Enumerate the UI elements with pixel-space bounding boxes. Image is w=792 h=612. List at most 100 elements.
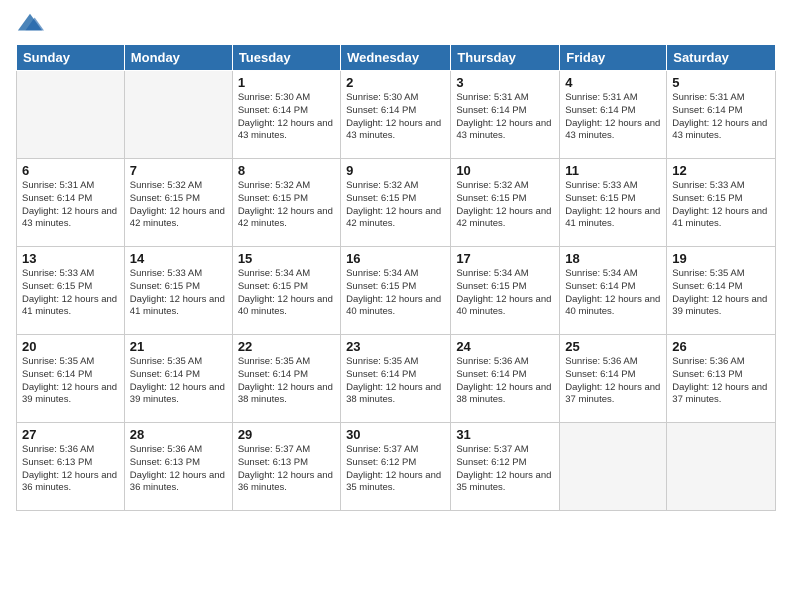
cell-info: Sunrise: 5:35 AM Sunset: 6:14 PM Dayligh… xyxy=(672,268,770,319)
cell-info: Sunrise: 5:31 AM Sunset: 6:14 PM Dayligh… xyxy=(565,92,661,143)
day-number: 26 xyxy=(672,339,770,354)
calendar-cell: 27 Sunrise: 5:36 AM Sunset: 6:13 PM Dayli… xyxy=(17,423,125,511)
day-number: 25 xyxy=(565,339,661,354)
calendar-cell: 16 Sunrise: 5:34 AM Sunset: 6:15 PM Dayli… xyxy=(341,247,451,335)
day-number: 12 xyxy=(672,163,770,178)
calendar-cell: 30 Sunrise: 5:37 AM Sunset: 6:12 PM Dayli… xyxy=(341,423,451,511)
day-number: 17 xyxy=(456,251,554,266)
cell-info: Sunrise: 5:31 AM Sunset: 6:14 PM Dayligh… xyxy=(22,180,119,231)
day-number: 22 xyxy=(238,339,335,354)
calendar-cell xyxy=(17,71,125,159)
cell-info: Sunrise: 5:34 AM Sunset: 6:14 PM Dayligh… xyxy=(565,268,661,319)
day-number: 24 xyxy=(456,339,554,354)
cell-info: Sunrise: 5:32 AM Sunset: 6:15 PM Dayligh… xyxy=(238,180,335,231)
calendar-cell: 13 Sunrise: 5:33 AM Sunset: 6:15 PM Dayli… xyxy=(17,247,125,335)
day-number: 4 xyxy=(565,75,661,90)
calendar-cell: 29 Sunrise: 5:37 AM Sunset: 6:13 PM Dayli… xyxy=(232,423,340,511)
calendar-cell: 9 Sunrise: 5:32 AM Sunset: 6:15 PM Daylig… xyxy=(341,159,451,247)
calendar-cell: 2Sunrise: 5:30 AM Sunset: 6:14 PM Daylig… xyxy=(341,71,451,159)
calendar-cell: 7 Sunrise: 5:32 AM Sunset: 6:15 PM Daylig… xyxy=(124,159,232,247)
calendar-cell: 6 Sunrise: 5:31 AM Sunset: 6:14 PM Daylig… xyxy=(17,159,125,247)
calendar-cell: 12 Sunrise: 5:33 AM Sunset: 6:15 PM Dayli… xyxy=(667,159,776,247)
calendar-cell: 3Sunrise: 5:31 AM Sunset: 6:14 PM Daylig… xyxy=(451,71,560,159)
day-number: 14 xyxy=(130,251,227,266)
day-header-wednesday: Wednesday xyxy=(341,45,451,71)
calendar-cell: 23 Sunrise: 5:35 AM Sunset: 6:14 PM Dayli… xyxy=(341,335,451,423)
cell-info: Sunrise: 5:33 AM Sunset: 6:15 PM Dayligh… xyxy=(22,268,119,319)
day-number: 15 xyxy=(238,251,335,266)
cell-info: Sunrise: 5:34 AM Sunset: 6:15 PM Dayligh… xyxy=(346,268,445,319)
day-number: 13 xyxy=(22,251,119,266)
cell-info: Sunrise: 5:37 AM Sunset: 6:13 PM Dayligh… xyxy=(238,444,335,495)
day-number: 8 xyxy=(238,163,335,178)
day-number: 20 xyxy=(22,339,119,354)
calendar-cell: 19Sunrise: 5:35 AM Sunset: 6:14 PM Dayli… xyxy=(667,247,776,335)
calendar-table: SundayMondayTuesdayWednesdayThursdayFrid… xyxy=(16,44,776,511)
day-header-friday: Friday xyxy=(560,45,667,71)
day-header-tuesday: Tuesday xyxy=(232,45,340,71)
calendar-cell: 28Sunrise: 5:36 AM Sunset: 6:13 PM Dayli… xyxy=(124,423,232,511)
calendar-week-row: 6 Sunrise: 5:31 AM Sunset: 6:14 PM Daylig… xyxy=(17,159,776,247)
calendar-cell: 17 Sunrise: 5:34 AM Sunset: 6:15 PM Dayli… xyxy=(451,247,560,335)
cell-info: Sunrise: 5:35 AM Sunset: 6:14 PM Dayligh… xyxy=(22,356,119,407)
calendar-week-row: 13 Sunrise: 5:33 AM Sunset: 6:15 PM Dayli… xyxy=(17,247,776,335)
cell-info: Sunrise: 5:37 AM Sunset: 6:12 PM Dayligh… xyxy=(456,444,554,495)
day-number: 5 xyxy=(672,75,770,90)
day-number: 11 xyxy=(565,163,661,178)
page-header xyxy=(16,10,776,38)
day-number: 9 xyxy=(346,163,445,178)
calendar-cell: 24 Sunrise: 5:36 AM Sunset: 6:14 PM Dayli… xyxy=(451,335,560,423)
calendar-cell: 15 Sunrise: 5:34 AM Sunset: 6:15 PM Dayli… xyxy=(232,247,340,335)
day-number: 27 xyxy=(22,427,119,442)
cell-info: Sunrise: 5:35 AM Sunset: 6:14 PM Dayligh… xyxy=(238,356,335,407)
logo xyxy=(16,10,48,38)
cell-info: Sunrise: 5:32 AM Sunset: 6:15 PM Dayligh… xyxy=(346,180,445,231)
calendar-cell: 4 Sunrise: 5:31 AM Sunset: 6:14 PM Daylig… xyxy=(560,71,667,159)
calendar-cell: 11Sunrise: 5:33 AM Sunset: 6:15 PM Dayli… xyxy=(560,159,667,247)
calendar-header-row: SundayMondayTuesdayWednesdayThursdayFrid… xyxy=(17,45,776,71)
calendar-cell xyxy=(667,423,776,511)
calendar-cell: 10Sunrise: 5:32 AM Sunset: 6:15 PM Dayli… xyxy=(451,159,560,247)
day-number: 23 xyxy=(346,339,445,354)
cell-info: Sunrise: 5:33 AM Sunset: 6:15 PM Dayligh… xyxy=(672,180,770,231)
calendar-cell xyxy=(124,71,232,159)
day-number: 10 xyxy=(456,163,554,178)
calendar-cell: 22 Sunrise: 5:35 AM Sunset: 6:14 PM Dayli… xyxy=(232,335,340,423)
day-number: 7 xyxy=(130,163,227,178)
day-number: 6 xyxy=(22,163,119,178)
calendar-week-row: 20 Sunrise: 5:35 AM Sunset: 6:14 PM Dayli… xyxy=(17,335,776,423)
calendar-cell: 5Sunrise: 5:31 AM Sunset: 6:14 PM Daylig… xyxy=(667,71,776,159)
calendar-week-row: 27 Sunrise: 5:36 AM Sunset: 6:13 PM Dayli… xyxy=(17,423,776,511)
day-number: 3 xyxy=(456,75,554,90)
day-header-monday: Monday xyxy=(124,45,232,71)
calendar-cell: 21Sunrise: 5:35 AM Sunset: 6:14 PM Dayli… xyxy=(124,335,232,423)
cell-info: Sunrise: 5:35 AM Sunset: 6:14 PM Dayligh… xyxy=(130,356,227,407)
calendar-week-row: 1 Sunrise: 5:30 AM Sunset: 6:14 PM Daylig… xyxy=(17,71,776,159)
calendar-cell: 18 Sunrise: 5:34 AM Sunset: 6:14 PM Dayli… xyxy=(560,247,667,335)
calendar-cell: 26Sunrise: 5:36 AM Sunset: 6:13 PM Dayli… xyxy=(667,335,776,423)
cell-info: Sunrise: 5:36 AM Sunset: 6:14 PM Dayligh… xyxy=(456,356,554,407)
day-number: 29 xyxy=(238,427,335,442)
calendar-cell: 31 Sunrise: 5:37 AM Sunset: 6:12 PM Dayli… xyxy=(451,423,560,511)
day-number: 1 xyxy=(238,75,335,90)
day-header-saturday: Saturday xyxy=(667,45,776,71)
cell-info: Sunrise: 5:30 AM Sunset: 6:14 PM Dayligh… xyxy=(346,92,445,143)
day-header-thursday: Thursday xyxy=(451,45,560,71)
cell-info: Sunrise: 5:34 AM Sunset: 6:15 PM Dayligh… xyxy=(456,268,554,319)
cell-info: Sunrise: 5:37 AM Sunset: 6:12 PM Dayligh… xyxy=(346,444,445,495)
cell-info: Sunrise: 5:36 AM Sunset: 6:13 PM Dayligh… xyxy=(130,444,227,495)
day-number: 18 xyxy=(565,251,661,266)
cell-info: Sunrise: 5:32 AM Sunset: 6:15 PM Dayligh… xyxy=(130,180,227,231)
calendar-cell: 8 Sunrise: 5:32 AM Sunset: 6:15 PM Daylig… xyxy=(232,159,340,247)
day-number: 31 xyxy=(456,427,554,442)
day-number: 30 xyxy=(346,427,445,442)
calendar-cell: 1 Sunrise: 5:30 AM Sunset: 6:14 PM Daylig… xyxy=(232,71,340,159)
calendar-cell: 14 Sunrise: 5:33 AM Sunset: 6:15 PM Dayli… xyxy=(124,247,232,335)
cell-info: Sunrise: 5:34 AM Sunset: 6:15 PM Dayligh… xyxy=(238,268,335,319)
cell-info: Sunrise: 5:33 AM Sunset: 6:15 PM Dayligh… xyxy=(130,268,227,319)
calendar-cell: 20 Sunrise: 5:35 AM Sunset: 6:14 PM Dayli… xyxy=(17,335,125,423)
cell-info: Sunrise: 5:35 AM Sunset: 6:14 PM Dayligh… xyxy=(346,356,445,407)
day-number: 16 xyxy=(346,251,445,266)
cell-info: Sunrise: 5:30 AM Sunset: 6:14 PM Dayligh… xyxy=(238,92,335,143)
cell-info: Sunrise: 5:36 AM Sunset: 6:13 PM Dayligh… xyxy=(22,444,119,495)
